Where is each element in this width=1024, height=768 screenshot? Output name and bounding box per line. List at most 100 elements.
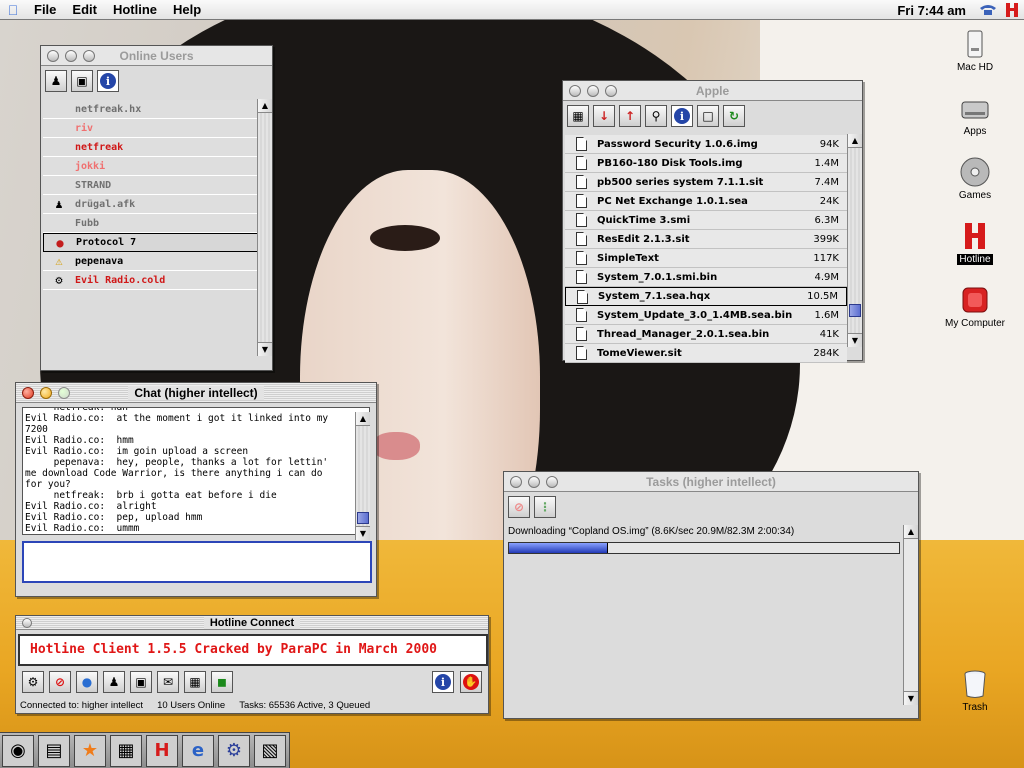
user-row[interactable]: ⚙ Evil Radio.cold <box>43 271 259 290</box>
file-row[interactable]: Password Security 1.0.6.img 94K <box>565 135 847 154</box>
files-titlebar[interactable]: Apple <box>563 81 862 101</box>
stop-task-button[interactable]: ⊘ <box>508 496 530 518</box>
messages-button[interactable]: ✉ <box>157 671 179 693</box>
file-row[interactable]: QuickTime 3.smi 6.3M <box>565 211 847 230</box>
minimize-button[interactable] <box>40 386 52 399</box>
online-users-titlebar[interactable]: Online Users <box>41 46 272 66</box>
scroll-track[interactable] <box>848 148 862 333</box>
network-icon[interactable]: ▦ <box>110 734 142 767</box>
user-row[interactable]: jokki <box>43 157 259 176</box>
file-row[interactable]: PB160-180 Disk Tools.img 1.4M <box>565 154 847 173</box>
file-sharing-icon[interactable]: ▧ <box>254 734 286 767</box>
tasks-button[interactable]: ◼ <box>211 671 233 693</box>
minimize-button[interactable] <box>587 84 599 97</box>
close-button[interactable] <box>47 49 59 62</box>
quit-button[interactable]: ✋ <box>460 671 482 693</box>
file-row[interactable]: PC Net Exchange 1.0.1.sea 24K <box>565 192 847 211</box>
close-button[interactable] <box>569 84 581 97</box>
users-scrollbar[interactable]: ▲ ▼ <box>257 99 272 356</box>
zoom-button[interactable] <box>605 84 617 97</box>
scroll-track[interactable] <box>904 539 918 691</box>
file-row[interactable]: pb500 series system 7.1.1.sit 7.4M <box>565 173 847 192</box>
chat-scrollbar[interactable]: ▲ ▼ <box>355 412 370 540</box>
user-info-button[interactable]: ▣ <box>71 70 93 92</box>
application-menu-hotline-icon[interactable] <box>1000 1 1024 19</box>
upload-button[interactable]: ↑ <box>619 105 641 127</box>
file-row[interactable]: System_7.1.sea.hqx 10.5M <box>565 287 847 306</box>
scroll-down-arrow[interactable]: ▼ <box>848 333 862 347</box>
gear-icon[interactable]: ⚙ <box>218 734 250 767</box>
file-row[interactable]: System_7.0.1.smi.bin 4.9M <box>565 268 847 287</box>
info-button[interactable]: i <box>432 671 454 693</box>
files-scrollbar[interactable]: ▲ ▼ <box>847 134 862 347</box>
user-row[interactable]: riv <box>43 119 259 138</box>
user-row[interactable]: Fubb <box>43 214 259 233</box>
file-row[interactable]: Thread_Manager_2.0.1.sea.bin 41K <box>565 325 847 344</box>
close-button[interactable] <box>22 386 34 399</box>
connect-button[interactable]: ⚙ <box>22 671 44 693</box>
desktop-icon-my-computer[interactable]: My Computer <box>940 284 1010 329</box>
file-row[interactable]: ResEdit 2.1.3.sit 399K <box>565 230 847 249</box>
menu-clock[interactable]: Fri 7:44 am <box>887 3 976 18</box>
user-row[interactable]: netfreak <box>43 138 259 157</box>
user-row[interactable]: STRAND <box>43 176 259 195</box>
desktop-icon-hotline[interactable]: Hotline <box>940 220 1010 265</box>
menu-help[interactable]: Help <box>165 2 209 17</box>
scroll-up-arrow[interactable]: ▲ <box>904 525 918 539</box>
scroll-thumb[interactable] <box>357 512 369 524</box>
new-folder-button[interactable]: □ <box>697 105 719 127</box>
star-icon[interactable]: ★ <box>74 734 106 767</box>
apple-menu-icon[interactable]:  <box>0 2 26 18</box>
hotline-connect-titlebar[interactable]: Hotline Connect <box>16 616 488 630</box>
chat-input[interactable] <box>22 541 372 583</box>
zoom-button[interactable] <box>58 386 70 399</box>
user-row[interactable]: ⚠ pepenava <box>43 252 259 271</box>
zoom-button[interactable] <box>546 475 558 488</box>
close-button[interactable] <box>510 475 522 488</box>
minimize-button[interactable] <box>65 49 77 62</box>
news-button[interactable]: ▣ <box>130 671 152 693</box>
files-button[interactable]: ▦ <box>184 671 206 693</box>
minimize-button[interactable] <box>528 475 540 488</box>
user-row[interactable]: netfreak.hx <box>43 100 259 119</box>
chat-titlebar[interactable]: Chat (higher intellect) <box>16 383 376 403</box>
disconnect-button[interactable]: ⊘ <box>49 671 71 693</box>
info-button[interactable]: i <box>97 70 119 92</box>
file-row[interactable]: SimpleText 117K <box>565 249 847 268</box>
zoom-button[interactable] <box>83 49 95 62</box>
scroll-track[interactable] <box>258 113 272 342</box>
file-row[interactable]: System_Update_3.0_1.4MB.sea.bin 1.6M <box>565 306 847 325</box>
printer-icon[interactable]: ▤ <box>38 734 70 767</box>
refresh-button[interactable]: ↻ <box>723 105 745 127</box>
user-row[interactable]: ♟ drügal.afk <box>43 195 259 214</box>
menu-file[interactable]: File <box>26 2 64 17</box>
trackers-button[interactable]: ● <box>76 671 98 693</box>
menu-hotline[interactable]: Hotline <box>105 2 165 17</box>
scroll-track[interactable] <box>356 426 370 526</box>
tasks-scrollbar[interactable]: ▲ ▼ <box>903 525 918 705</box>
scroll-thumb[interactable] <box>849 304 861 317</box>
scroll-up-arrow[interactable]: ▲ <box>848 134 862 148</box>
download-button[interactable]: ↓ <box>593 105 615 127</box>
hotline-icon[interactable]: H <box>146 734 178 767</box>
scroll-down-arrow[interactable]: ▼ <box>356 526 370 540</box>
chat-log[interactable]: netfreak: hah Evil Radio.co: at the momen… <box>22 407 370 535</box>
scroll-up-arrow[interactable]: ▲ <box>356 412 370 426</box>
desktop-icon-apps[interactable]: Apps <box>940 92 1010 137</box>
close-button[interactable] <box>22 617 32 628</box>
scroll-down-arrow[interactable]: ▼ <box>904 691 918 705</box>
desktop-icon-games[interactable]: Games <box>940 156 1010 201</box>
user-row[interactable]: ● Protocol 7 <box>43 233 259 252</box>
scroll-up-arrow[interactable]: ▲ <box>258 99 272 113</box>
desktop-icon-trash[interactable]: Trash <box>940 668 1010 713</box>
desktop-icon-mac-hd[interactable]: Mac HD <box>940 28 1010 73</box>
preview-button[interactable]: ⚲ <box>645 105 667 127</box>
tasks-titlebar[interactable]: Tasks (higher intellect) <box>504 472 918 492</box>
folder-button[interactable]: ▦ <box>567 105 589 127</box>
eye-icon[interactable]: ◉ <box>2 734 34 767</box>
scroll-down-arrow[interactable]: ▼ <box>258 342 272 356</box>
internet-explorer-icon[interactable]: e <box>182 734 214 767</box>
task-info-button[interactable]: ⋮ <box>534 496 556 518</box>
menu-edit[interactable]: Edit <box>64 2 105 17</box>
telephone-icon[interactable] <box>976 1 1000 19</box>
